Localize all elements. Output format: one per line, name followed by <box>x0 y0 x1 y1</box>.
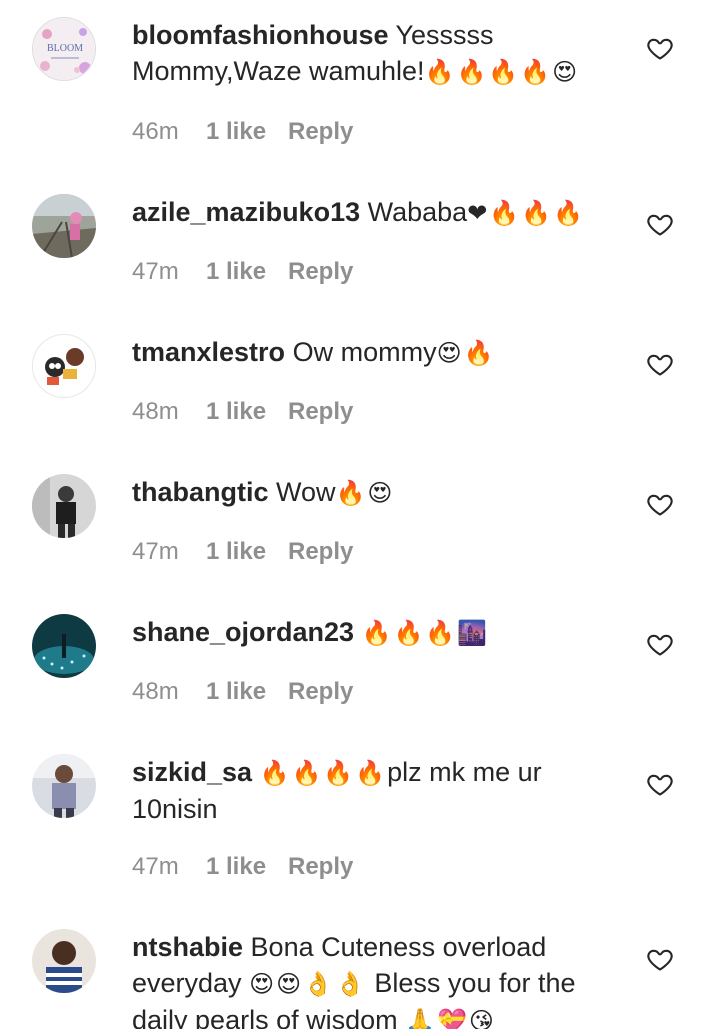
comment-text: ntshabie Bona Cuteness overload everyday… <box>132 929 632 1029</box>
comment-username[interactable]: bloomfashionhouse <box>132 20 389 50</box>
heart-outline-icon <box>647 38 673 60</box>
comment-body: tmanxlestro Ow mommy😍🔥 48m 1 like Reply <box>132 334 632 425</box>
comment-body: thabangtic Wow🔥😍 47m 1 like Reply <box>132 474 632 565</box>
comment-message: Wababa <box>367 197 468 227</box>
comment-emojis: 🔥🔥🔥🔥 <box>259 759 388 787</box>
comment-meta: 47m 1 like Reply <box>132 537 353 567</box>
comment-username[interactable]: ntshabie <box>132 932 243 962</box>
heart-outline-icon <box>647 214 673 236</box>
heart-outline-icon <box>647 774 673 796</box>
heart-outline-icon <box>647 634 673 656</box>
heart-outline-icon <box>647 354 673 376</box>
comment-body: sizkid_sa 🔥🔥🔥🔥plz mk me ur 10nisin 47m 1 … <box>132 754 632 880</box>
avatar-image <box>32 474 96 538</box>
comment-username[interactable]: thabangtic <box>132 477 269 507</box>
heart-outline-icon <box>647 949 673 971</box>
like-button[interactable] <box>646 490 674 518</box>
like-button[interactable] <box>646 34 674 62</box>
avatar[interactable] <box>32 334 96 398</box>
comment-text: bloomfashionhouse Yesssss Mommy,Waze wam… <box>132 17 632 90</box>
comment-emojis: 😍🔥 <box>436 339 496 367</box>
comment-username[interactable]: sizkid_sa <box>132 757 252 787</box>
like-button[interactable] <box>646 210 674 238</box>
reply-button[interactable]: Reply <box>288 257 353 287</box>
comment-text: tmanxlestro Ow mommy😍🔥 <box>132 334 632 371</box>
like-button[interactable] <box>646 945 674 973</box>
avatar-image <box>32 194 96 258</box>
avatar-image <box>32 929 96 993</box>
comment-body: ntshabie Bona Cuteness overload everyday… <box>132 929 632 1029</box>
svg-text:BLOOM: BLOOM <box>47 43 83 54</box>
avatar[interactable] <box>32 614 96 678</box>
comment-time: 47m <box>132 258 179 285</box>
comment-body: shane_ojordan23 🔥🔥🔥🌆 48m 1 like Reply <box>132 614 632 705</box>
avatar-image <box>32 614 96 678</box>
comment-time: 48m <box>132 398 179 425</box>
comment-likes[interactable]: 1 like <box>206 257 288 287</box>
comment-username[interactable]: shane_ojordan23 <box>132 617 354 647</box>
comment-likes[interactable]: 1 like <box>206 677 288 707</box>
comment-likes[interactable]: 1 like <box>206 852 288 882</box>
comment-emojis: 🔥🔥🔥🔥😍 <box>424 58 580 86</box>
avatar[interactable]: BLOOM <box>32 17 96 81</box>
like-button[interactable] <box>646 770 674 798</box>
heart-outline-icon <box>647 494 673 516</box>
comment-item: shane_ojordan23 🔥🔥🔥🌆 48m 1 like Reply <box>0 614 720 714</box>
comment-item: thabangtic Wow🔥😍 47m 1 like Reply <box>0 474 720 574</box>
comment-emojis: 🔥😍 <box>335 479 395 507</box>
like-button[interactable] <box>646 350 674 378</box>
comment-text: thabangtic Wow🔥😍 <box>132 474 632 511</box>
reply-button[interactable]: Reply <box>288 397 353 427</box>
avatar[interactable] <box>32 474 96 538</box>
avatar[interactable] <box>32 754 96 818</box>
comment-body: bloomfashionhouse Yesssss Mommy,Waze wam… <box>132 17 632 145</box>
comment-meta: 48m 1 like Reply <box>132 677 353 707</box>
avatar-image <box>33 335 95 397</box>
comment-likes[interactable]: 1 like <box>206 537 288 567</box>
comment-text: sizkid_sa 🔥🔥🔥🔥plz mk me ur 10nisin <box>132 754 632 827</box>
avatar[interactable] <box>32 194 96 258</box>
comment-item: azile_mazibuko13 Wababa❤🔥🔥🔥 47m 1 like Rep… <box>0 194 720 294</box>
comment-item: tmanxlestro Ow mommy😍🔥 48m 1 like Reply <box>0 334 720 434</box>
reply-button[interactable]: Reply <box>288 852 353 882</box>
avatar[interactable] <box>32 929 96 993</box>
comment-emojis: ❤🔥🔥🔥 <box>467 199 585 227</box>
comment-time: 47m <box>132 853 179 880</box>
comment-time: 48m <box>132 678 179 705</box>
comment-likes[interactable]: 1 like <box>206 117 288 147</box>
reply-button[interactable]: Reply <box>288 537 353 567</box>
comment-message: Wow <box>276 477 336 507</box>
comment-meta: 47m 1 like Reply <box>132 257 353 287</box>
comment-meta: 46m 1 like Reply <box>132 117 353 147</box>
comment-text: azile_mazibuko13 Wababa❤🔥🔥🔥 <box>132 194 632 231</box>
comment-item: ntshabie Bona Cuteness overload everyday… <box>0 929 720 1029</box>
comment-item: BLOOM bloomfashionhouse Yesssss Mommy,Wa… <box>0 17 720 167</box>
comment-username[interactable]: azile_mazibuko13 <box>132 197 360 227</box>
like-button[interactable] <box>646 630 674 658</box>
comment-message: Ow mommy <box>292 337 437 367</box>
comment-emojis: 😍😍👌👌 <box>249 970 367 998</box>
comment-emojis: 🔥🔥🔥🌆 <box>361 619 490 647</box>
comment-item: sizkid_sa 🔥🔥🔥🔥plz mk me ur 10nisin 47m 1 … <box>0 754 720 894</box>
comment-time: 46m <box>132 118 179 145</box>
comment-meta: 47m 1 like Reply <box>132 852 353 882</box>
comment-username[interactable]: tmanxlestro <box>132 337 285 367</box>
avatar-image: BLOOM <box>33 18 95 80</box>
avatar-image <box>32 754 96 818</box>
comment-time: 47m <box>132 538 179 565</box>
comment-body: azile_mazibuko13 Wababa❤🔥🔥🔥 47m 1 like Rep… <box>132 194 632 285</box>
comment-emojis-continued: 🙏💝😘 <box>405 1007 496 1029</box>
comment-likes[interactable]: 1 like <box>206 397 288 427</box>
reply-button[interactable]: Reply <box>288 677 353 707</box>
comment-text: shane_ojordan23 🔥🔥🔥🌆 <box>132 614 632 651</box>
comment-meta: 48m 1 like Reply <box>132 397 353 427</box>
reply-button[interactable]: Reply <box>288 117 353 147</box>
comment-list: BLOOM bloomfashionhouse Yesssss Mommy,Wa… <box>0 0 720 1029</box>
